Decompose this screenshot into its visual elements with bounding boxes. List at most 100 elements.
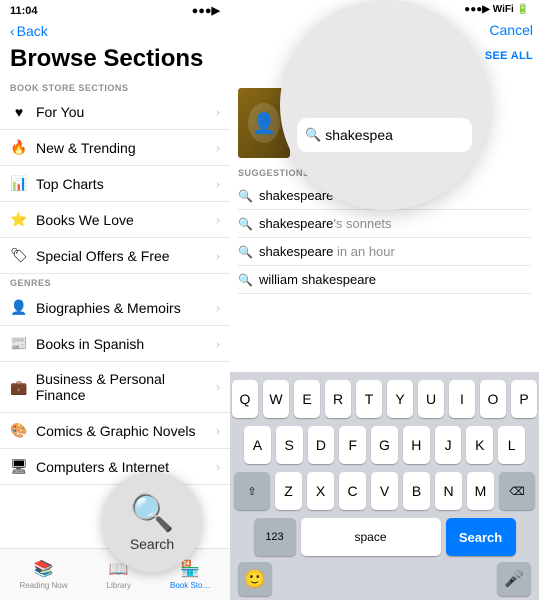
- suggestion-text-4: william shakespeare: [259, 272, 376, 287]
- keyboard[interactable]: Q W E R T Y U I O P A S D F G H J K L ⇧ …: [230, 372, 539, 600]
- key-p[interactable]: P: [511, 380, 537, 418]
- key-n[interactable]: N: [435, 472, 462, 510]
- search-magnify-circle[interactable]: 🔍 Search: [102, 472, 202, 572]
- key-m[interactable]: M: [467, 472, 494, 510]
- chart-icon: 📊: [10, 175, 28, 192]
- section-label-genres: GENRES: [0, 274, 230, 290]
- search-suggestion-icon: 🔍: [238, 245, 253, 259]
- key-g[interactable]: G: [371, 426, 398, 464]
- key-a[interactable]: A: [244, 426, 271, 464]
- left-panel: 11:04 ●●●▶ ‹ Back Browse Sections BOOK S…: [0, 0, 230, 600]
- computer-icon: 🖥: [10, 458, 28, 475]
- key-b[interactable]: B: [403, 472, 430, 510]
- suggestion-item-2[interactable]: 🔍 shakespeare's sonnets: [238, 210, 531, 238]
- search-input-text[interactable]: shakespea: [325, 127, 393, 143]
- spanish-icon: 📰: [10, 335, 28, 352]
- menu-item-books-spanish[interactable]: 📰 Books in Spanish ›: [0, 326, 230, 362]
- suggestion-text-2: shakespeare's sonnets: [259, 216, 392, 231]
- keyboard-row-3: ⇧ Z X C V B N M ⌫: [234, 472, 535, 510]
- key-k[interactable]: K: [466, 426, 493, 464]
- key-v[interactable]: V: [371, 472, 398, 510]
- signal-icon-right: ●●●▶ WiFi 🔋: [464, 4, 529, 15]
- suggestion-item-4[interactable]: 🔍 william shakespeare: [238, 266, 531, 294]
- chevron-icon: ›: [216, 460, 220, 474]
- key-o[interactable]: O: [480, 380, 506, 418]
- chevron-icon: ›: [216, 105, 220, 119]
- menu-item-business[interactable]: 💼 Business & Personal Finance ›: [0, 362, 230, 413]
- suggestion-item-3[interactable]: 🔍 shakespeare in an hour: [238, 238, 531, 266]
- key-f[interactable]: F: [339, 426, 366, 464]
- suggestion-text-3: shakespeare in an hour: [259, 244, 395, 259]
- chevron-icon: ›: [216, 424, 220, 438]
- numbers-key[interactable]: 123: [254, 518, 296, 556]
- search-circle-label: Search: [130, 536, 174, 552]
- right-panel: ●●●▶ WiFi 🔋 🔍 shakespea Cancel SEE ALL 👤…: [230, 0, 539, 600]
- menu-item-books-we-love[interactable]: ⭐ Books We Love ›: [0, 202, 230, 238]
- nav-reading-now[interactable]: 📚 Reading Now: [20, 559, 68, 590]
- key-s[interactable]: S: [276, 426, 303, 464]
- menu-label-new-trending: New & Trending: [36, 140, 136, 156]
- key-y[interactable]: Y: [387, 380, 413, 418]
- chevron-icon: ›: [216, 213, 220, 227]
- search-bar[interactable]: 🔍 shakespea: [297, 118, 472, 152]
- key-x[interactable]: X: [307, 472, 334, 510]
- page-title: Browse Sections: [0, 41, 230, 79]
- top-actions: Cancel SEE ALL: [485, 22, 533, 62]
- key-j[interactable]: J: [435, 426, 462, 464]
- back-chevron-icon: ‹: [10, 23, 15, 39]
- key-z[interactable]: Z: [275, 472, 302, 510]
- delete-key[interactable]: ⌫: [499, 472, 535, 510]
- key-i[interactable]: I: [449, 380, 475, 418]
- menu-label-books-spanish: Books in Spanish: [36, 336, 144, 352]
- menu-item-biographies[interactable]: 👤 Biographies & Memoirs ›: [0, 290, 230, 326]
- search-suggestion-icon: 🔍: [238, 189, 253, 203]
- book-store-icon: 🏪: [180, 559, 200, 579]
- key-q[interactable]: Q: [232, 380, 258, 418]
- key-u[interactable]: U: [418, 380, 444, 418]
- status-bar-left: 11:04 ●●●▶: [0, 0, 230, 21]
- key-l[interactable]: L: [498, 426, 525, 464]
- menu-item-top-charts[interactable]: 📊 Top Charts ›: [0, 166, 230, 202]
- fire-icon: 🔥: [10, 139, 28, 156]
- cancel-button[interactable]: Cancel: [489, 22, 533, 38]
- see-all-button[interactable]: SEE ALL: [485, 50, 533, 62]
- keyboard-extras-row: 🙂 🎤: [234, 562, 535, 596]
- menu-label-books-we-love: Books We Love: [36, 212, 134, 228]
- keyboard-row-4: 123 space Search: [234, 518, 535, 556]
- signal-icon: ●●●▶: [192, 4, 220, 17]
- menu-label-business: Business & Personal Finance: [36, 371, 216, 403]
- reading-now-icon: 📚: [34, 559, 54, 579]
- menu-label-biographies: Biographies & Memoirs: [36, 300, 181, 316]
- time-display: 11:04: [10, 5, 38, 17]
- menu-label-comics: Comics & Graphic Novels: [36, 423, 196, 439]
- back-button[interactable]: ‹ Back: [0, 21, 230, 41]
- key-h[interactable]: H: [403, 426, 430, 464]
- menu-item-comics[interactable]: 🎨 Comics & Graphic Novels ›: [0, 413, 230, 449]
- key-r[interactable]: R: [325, 380, 351, 418]
- menu-label-special-offers: Special Offers & Free: [36, 248, 170, 264]
- menu-item-for-you[interactable]: ♥ For You ›: [0, 95, 230, 130]
- key-e[interactable]: E: [294, 380, 320, 418]
- comics-icon: 🎨: [10, 422, 28, 439]
- tag-icon: 🏷: [10, 247, 28, 264]
- big-search-icon: 🔍: [130, 492, 175, 534]
- menu-item-computers[interactable]: 🖥 Computers & Internet ›: [0, 449, 230, 485]
- search-key[interactable]: Search: [446, 518, 516, 556]
- chevron-icon: ›: [216, 337, 220, 351]
- chevron-icon: ›: [216, 380, 220, 394]
- star-icon: ⭐: [10, 211, 28, 228]
- key-c[interactable]: C: [339, 472, 366, 510]
- key-t[interactable]: T: [356, 380, 382, 418]
- shift-key[interactable]: ⇧: [234, 472, 270, 510]
- section-label-bookstore: BOOK STORE SECTIONS: [0, 79, 230, 95]
- key-w[interactable]: W: [263, 380, 289, 418]
- search-icon: 🔍: [305, 127, 321, 143]
- space-key[interactable]: space: [301, 518, 441, 556]
- menu-label-for-you: For You: [36, 104, 84, 120]
- menu-item-new-trending[interactable]: 🔥 New & Trending ›: [0, 130, 230, 166]
- book-cover-face-1: 👤: [248, 103, 280, 143]
- menu-item-special-offers[interactable]: 🏷 Special Offers & Free ›: [0, 238, 230, 274]
- mic-key[interactable]: 🎤: [497, 562, 531, 596]
- key-d[interactable]: D: [308, 426, 335, 464]
- emoji-key[interactable]: 🙂: [238, 562, 272, 596]
